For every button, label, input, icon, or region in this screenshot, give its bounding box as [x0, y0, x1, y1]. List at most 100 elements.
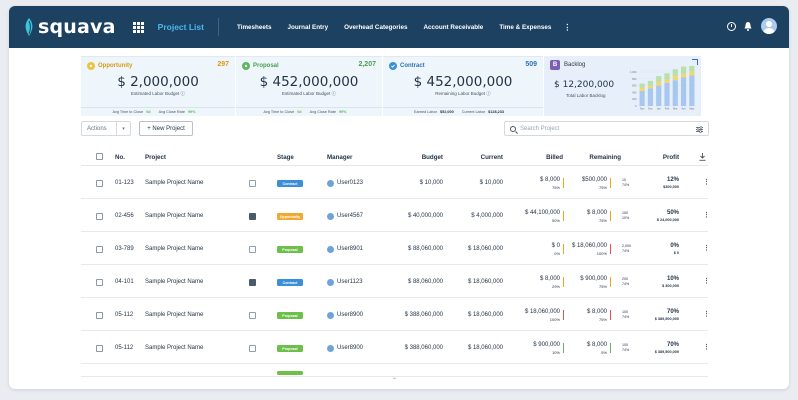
search-box[interactable]: Search Project	[504, 121, 709, 136]
table-row[interactable]: 02-456 Sample Project Name Opportunity U…	[81, 200, 710, 232]
nav-item-timesheets[interactable]: Timesheets	[237, 24, 272, 31]
bar-segment	[656, 85, 662, 106]
note-icon[interactable]	[249, 180, 256, 187]
search-input[interactable]: Search Project	[520, 126, 559, 132]
row-menu-icon[interactable]: ⋮	[703, 244, 710, 252]
user-avatar[interactable]	[761, 18, 777, 34]
x-tick-label: Mar	[673, 107, 678, 111]
table-row[interactable]: 03-789 Sample Project Name Proposal User…	[81, 233, 710, 265]
bar-segment	[647, 88, 654, 106]
row-menu-icon[interactable]: ⋮	[703, 277, 710, 285]
project-name[interactable]: Sample Project Name	[145, 279, 203, 285]
note-icon[interactable]	[249, 213, 256, 220]
project-name[interactable]: Sample Project Name	[145, 180, 203, 186]
expand-icon[interactable]	[692, 59, 698, 65]
row-checkbox[interactable]	[96, 213, 103, 220]
card-subtitle: Remaining Labor Budget ⓘ	[435, 91, 491, 96]
nav-item-account-receivable[interactable]: Account Receivable	[423, 24, 483, 31]
col-stage[interactable]: Stage	[277, 154, 294, 161]
header-actions	[727, 18, 777, 34]
project-name[interactable]: Sample Project Name	[145, 246, 203, 252]
col-billed[interactable]: Billed	[546, 154, 563, 161]
remaining-rate: 74%	[622, 249, 630, 253]
logo[interactable]: squava	[23, 16, 116, 38]
nav-item-project-list[interactable]: Project List	[158, 18, 219, 36]
nav-item-overhead-categories[interactable]: Overhead Categories	[344, 24, 407, 31]
remaining-rate: 10%	[622, 216, 630, 220]
select-all-checkbox[interactable]	[96, 153, 103, 160]
table-row[interactable]: 04-101 Sample Project Name Contract User…	[81, 266, 710, 298]
note-icon[interactable]	[249, 279, 256, 286]
note-icon[interactable]	[249, 246, 256, 253]
pipeline-summary: Opportunity 297 $ 2,000,000 Estimated La…	[81, 56, 702, 116]
note-icon[interactable]	[249, 345, 256, 352]
scroll-up-handle[interactable]: ⌃	[81, 376, 708, 384]
stage-badge: Proposal	[277, 312, 303, 319]
main-nav: Project List Timesheets Journal Entry Ov…	[158, 18, 571, 36]
apps-grid-icon[interactable]	[132, 21, 144, 33]
nav-item-journal-entry[interactable]: Journal Entry	[288, 24, 329, 31]
nav-item-time-expenses[interactable]: Time & Expenses	[499, 24, 551, 31]
remaining-hours: 100	[622, 310, 628, 314]
manager-avatar	[327, 180, 334, 187]
billed-value: $ 18,060,000	[524, 309, 560, 315]
row-checkbox[interactable]	[96, 312, 103, 319]
backlog-value: $ 12,200,000	[554, 80, 615, 90]
budget-value: $ 10,000	[419, 180, 443, 186]
x-tick-label: Dec	[648, 107, 653, 111]
stage-badge	[277, 371, 303, 375]
billed-indicator	[562, 244, 564, 254]
download-icon[interactable]	[699, 153, 706, 161]
remaining-rate: 74%	[622, 282, 630, 286]
table-row[interactable]: 01-123 Sample Project Name Contract User…	[81, 167, 710, 199]
project-name[interactable]: Sample Project Name	[145, 345, 203, 351]
info-icon: ⓘ	[331, 91, 337, 96]
card-opportunity[interactable]: Opportunity 297 $ 2,000,000 Estimated La…	[81, 56, 235, 116]
budget-value: $ 388,060,000	[404, 345, 443, 351]
row-checkbox[interactable]	[96, 279, 103, 286]
more-menu-icon[interactable]: ⋮	[563, 23, 571, 32]
row-menu-icon[interactable]: ⋮	[703, 343, 710, 351]
card-contract[interactable]: Contract 509 $ 452,000,000 Remaining Lab…	[383, 56, 543, 116]
card-value: $ 2,000,000	[117, 74, 199, 90]
table-row[interactable]: 05-112 Sample Project Name Proposal User…	[81, 299, 710, 331]
note-icon[interactable]	[249, 312, 256, 319]
bar-segment	[639, 91, 645, 106]
row-checkbox[interactable]	[96, 345, 103, 352]
manager-avatar	[327, 345, 334, 352]
new-project-button[interactable]: + New Project	[139, 121, 193, 136]
row-menu-icon[interactable]: ⋮	[703, 178, 710, 186]
y-tick-label: 800	[632, 77, 637, 81]
project-number: 01-123	[115, 180, 134, 186]
bar-segment	[656, 76, 662, 82]
project-name[interactable]: Sample Project Name	[145, 213, 203, 219]
card-proposal[interactable]: Proposal 2,207 $ 452,000,000 Estimated L…	[236, 56, 382, 116]
filter-sliders-icon[interactable]	[696, 126, 703, 133]
budget-value: $ 88,060,000	[407, 279, 443, 285]
billed-indicator	[562, 277, 564, 287]
row-checkbox[interactable]	[96, 246, 103, 253]
col-remaining[interactable]: Remaining	[589, 154, 621, 161]
row-menu-icon[interactable]: ⋮	[703, 211, 710, 219]
col-no[interactable]: No.	[115, 154, 125, 161]
row-checkbox[interactable]	[96, 180, 103, 187]
project-name[interactable]: Sample Project Name	[145, 312, 203, 318]
col-project[interactable]: Project	[145, 154, 166, 161]
row-menu-icon[interactable]: ⋮	[703, 310, 710, 318]
clock-icon[interactable]	[727, 21, 736, 31]
col-current[interactable]: Current	[481, 154, 503, 161]
manager-avatar	[327, 312, 334, 319]
col-profit[interactable]: Profit	[663, 154, 679, 161]
card-footer: Earned Labor $52,000 Current Labor $128,23…	[383, 107, 543, 116]
bell-icon[interactable]	[744, 21, 752, 31]
actions-dropdown[interactable]: Actions ▾	[81, 121, 131, 136]
stage-badge: Contract	[277, 279, 303, 286]
current-value: $ 10,000	[479, 180, 503, 186]
col-manager[interactable]: Manager	[327, 154, 352, 161]
remaining-indicator	[609, 277, 611, 287]
card-backlog[interactable]: B Backlog $ 12,200,000 Total Labor Backl…	[544, 56, 701, 116]
bar-segment	[647, 85, 654, 89]
col-budget[interactable]: Budget	[422, 154, 443, 161]
table-row[interactable]: 05-112 Sample Project Name Proposal User…	[81, 332, 710, 364]
budget-value: $ 40,000,000	[407, 213, 443, 219]
